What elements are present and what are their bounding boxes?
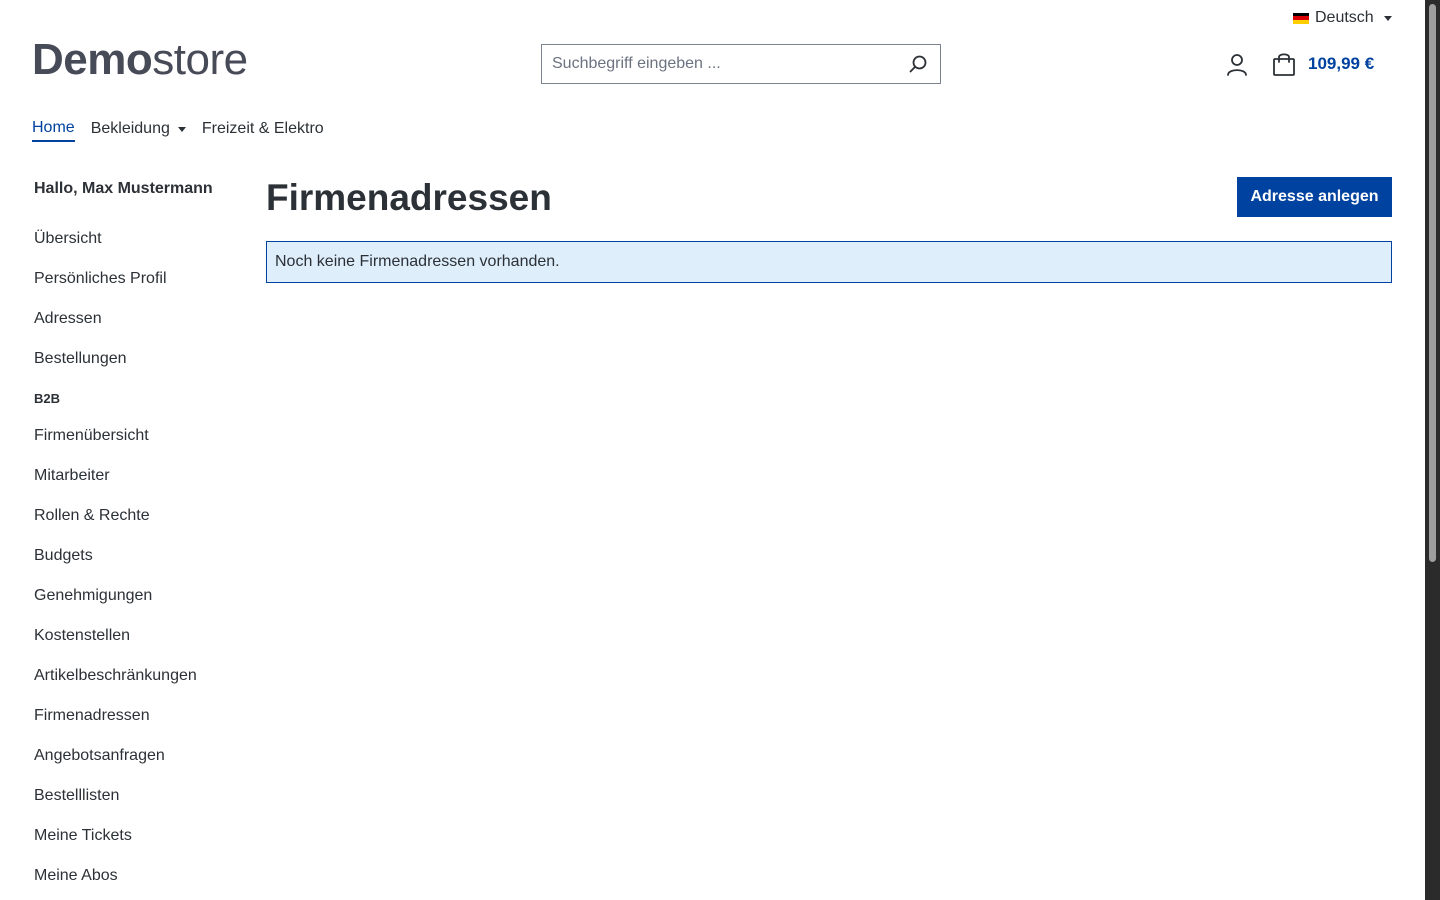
- sidebar-item-adressen[interactable]: Adressen: [34, 309, 244, 349]
- logo-light: store: [152, 35, 248, 84]
- sidebar-heading-b2b: B2B: [34, 391, 61, 406]
- nav-item-label: Bekleidung: [90, 120, 170, 137]
- logo[interactable]: Demostore: [32, 36, 248, 84]
- search-button[interactable]: [896, 45, 940, 83]
- search-bar: [541, 44, 941, 84]
- sidebar-item-angebotsanfragen[interactable]: Angebotsanfragen: [34, 746, 244, 786]
- account-button[interactable]: [1224, 52, 1250, 78]
- sidebar-item-profil[interactable]: Persönliches Profil: [34, 269, 244, 309]
- empty-state-alert: Noch keine Firmenadressen vorhanden.: [266, 241, 1392, 283]
- logo-bold: Demo: [32, 35, 153, 84]
- german-flag-icon: [1293, 12, 1309, 24]
- greeting: Hallo, Max Mustermann: [34, 180, 213, 197]
- main-navigation: Home Bekleidung Freizeit & Elektro: [32, 119, 324, 142]
- search-icon: [909, 55, 927, 73]
- sidebar-item-kostenstellen[interactable]: Kostenstellen: [34, 626, 244, 666]
- sidebar-item-bestellungen[interactable]: Bestellungen: [34, 349, 244, 389]
- nav-item-freizeit-elektro[interactable]: Freizeit & Elektro: [202, 120, 324, 141]
- sidebar-item-abos[interactable]: Meine Abos: [34, 866, 244, 900]
- language-label: Deutsch: [1315, 9, 1374, 26]
- sidebar-item-rollen-rechte[interactable]: Rollen & Rechte: [34, 506, 244, 546]
- sidebar-item-firmenadressen[interactable]: Firmenadressen: [34, 706, 244, 746]
- chevron-down-icon: [1383, 15, 1392, 21]
- sidebar-item-uebersicht[interactable]: Übersicht: [34, 229, 244, 269]
- user-icon: [1227, 54, 1247, 76]
- sidebar-item-budgets[interactable]: Budgets: [34, 546, 244, 586]
- nav-item-home[interactable]: Home: [32, 119, 75, 142]
- scrollbar[interactable]: [1425, 0, 1440, 900]
- chevron-down-icon: [177, 126, 186, 132]
- sidebar-item-artikelbeschraenkungen[interactable]: Artikelbeschränkungen: [34, 666, 244, 706]
- sidebar-item-tickets[interactable]: Meine Tickets: [34, 826, 244, 866]
- cart-total: 109,99 €: [1308, 54, 1375, 73]
- empty-state-message: Noch keine Firmenadressen vorhanden.: [275, 253, 560, 270]
- shopping-bag-icon: [1273, 53, 1295, 76]
- sidebar-item-bestelllisten[interactable]: Bestelllisten: [34, 786, 244, 826]
- account-menu: Übersicht Persönliches Profil Adressen B…: [34, 229, 244, 900]
- page-title: Firmenadressen: [266, 177, 552, 218]
- search-input[interactable]: [542, 45, 896, 83]
- sidebar-item-mitarbeiter[interactable]: Mitarbeiter: [34, 466, 244, 506]
- cart-button[interactable]: 109,99 €: [1272, 50, 1374, 78]
- language-switcher[interactable]: Deutsch: [1293, 8, 1392, 28]
- sidebar-item-firmenuebersicht[interactable]: Firmenübersicht: [34, 426, 244, 466]
- scrollbar-thumb[interactable]: [1429, 4, 1436, 562]
- nav-item-bekleidung[interactable]: Bekleidung: [91, 120, 186, 141]
- add-address-button[interactable]: Adresse anlegen: [1237, 177, 1392, 217]
- account-sidebar: Hallo, Max Mustermann Übersicht Persönli…: [34, 180, 244, 900]
- sidebar-item-genehmigungen[interactable]: Genehmigungen: [34, 586, 244, 626]
